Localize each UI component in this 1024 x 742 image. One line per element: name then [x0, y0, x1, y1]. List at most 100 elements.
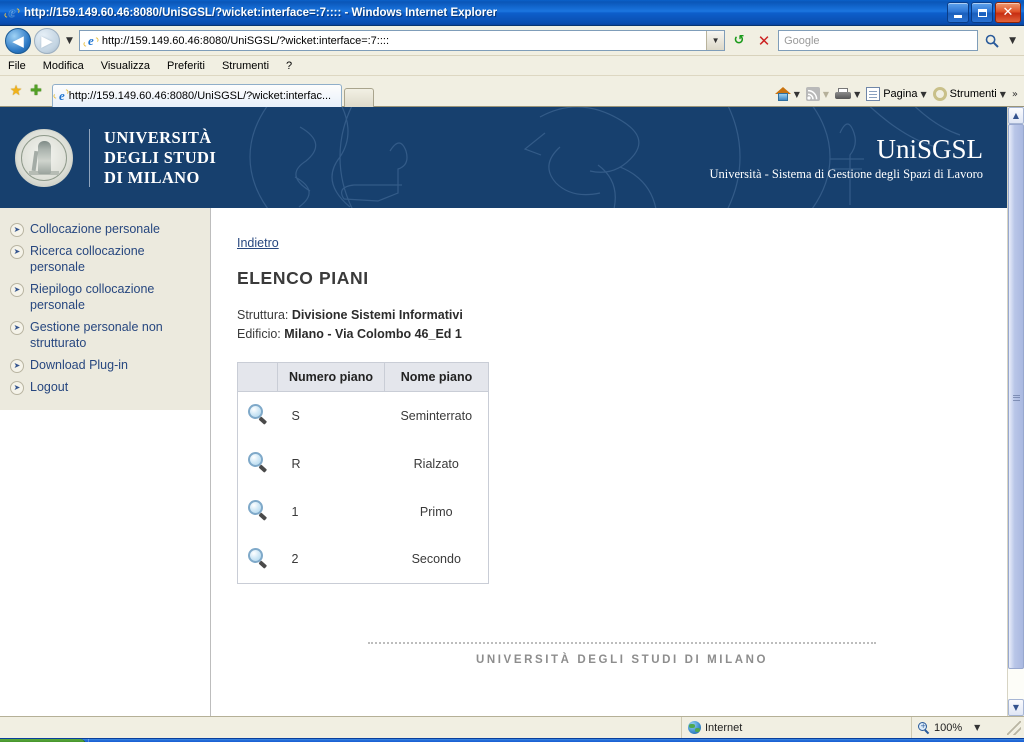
menu-item-help[interactable]: ? — [286, 60, 292, 72]
menu-item-strumenti[interactable]: Strumenti — [222, 60, 269, 72]
home-icon — [774, 87, 791, 101]
sidebar-item-label: Gestione personale non strutturato — [30, 320, 163, 350]
meta-struttura: Struttura: Divisione Sistemi Informativi — [237, 306, 1007, 325]
meta-edificio: Edificio: Milano - Via Colombo 46_Ed 1 — [237, 325, 1007, 344]
floors-table: Numero piano Nome piano S Seminterrato R… — [237, 362, 489, 584]
back-icon: ◀ — [12, 31, 24, 50]
table-row[interactable]: 1 Primo — [238, 488, 489, 536]
forward-button[interactable]: ▶ — [34, 27, 60, 54]
scrollbar-grip-icon — [1012, 393, 1020, 401]
scrollbar-track[interactable] — [1008, 124, 1024, 699]
footer-divider — [368, 642, 876, 644]
tab-favicon-icon: e — [52, 87, 70, 104]
page-menu-button[interactable]: Pagina ▼ — [864, 86, 928, 102]
sidebar-panel: ➤ Collocazione personale ➤ Ricerca collo… — [0, 208, 210, 410]
cell-numero-piano: R — [291, 456, 301, 471]
history-dropdown-button[interactable]: ▼ — [63, 36, 76, 46]
meta-struttura-label: Struttura: — [237, 308, 289, 322]
app-branding: UniSGSL Università - Sistema di Gestione… — [709, 134, 983, 182]
scroll-up-button[interactable]: ▲ — [1008, 107, 1024, 124]
window-title: http://159.149.60.46:8080/UniSGSL/?wicke… — [24, 6, 498, 19]
cell-nome-piano: Secondo — [411, 552, 461, 567]
cell-numero-piano: 2 — [291, 552, 299, 567]
university-name-line3: DI MILANO — [104, 167, 200, 187]
command-bar-buttons: ▼ ▼ ▼ Pagina ▼ Strumenti ▼ » — [773, 86, 1018, 102]
stop-button[interactable]: ✕ — [753, 30, 775, 52]
sidebar-item-riepilogo-collocazione-personale[interactable]: ➤ Riepilogo collocazione personale — [8, 278, 202, 316]
sidebar-item-collocazione-personale[interactable]: ➤ Collocazione personale — [8, 218, 202, 240]
search-placeholder: Google — [784, 34, 820, 47]
cell-nome-piano: Rialzato — [413, 456, 459, 471]
refresh-button[interactable]: ↺ — [728, 30, 750, 52]
zoom-level-label: 100% — [934, 721, 963, 734]
home-button[interactable]: ▼ — [773, 86, 802, 102]
column-header-nome-piano: Nome piano — [384, 362, 489, 392]
sidebar-item-gestione-personale-non-strutturato[interactable]: ➤ Gestione personale non strutturato — [8, 316, 202, 354]
print-button[interactable]: ▼ — [833, 87, 862, 102]
back-link[interactable]: Indietro — [237, 236, 279, 250]
magnifier-icon — [247, 547, 268, 569]
sidebar-item-label: Download Plug-in — [30, 358, 128, 372]
forward-icon: ▶ — [41, 31, 53, 50]
zoom-caret-icon[interactable]: ▼ — [974, 723, 980, 732]
site-header-banner: UNIVERSITÀ DEGLI STUDI DI MILANO UniSGSL… — [0, 107, 1007, 208]
search-input[interactable]: Google — [778, 30, 979, 51]
favorites-star-icon[interactable]: ★ — [6, 81, 26, 101]
new-tab-button[interactable] — [344, 88, 374, 107]
back-button[interactable]: ◀ — [5, 27, 31, 54]
sidebar-nav: ➤ Collocazione personale ➤ Ricerca collo… — [0, 208, 211, 716]
feeds-caret-icon: ▼ — [822, 89, 830, 99]
close-button[interactable]: ✕ — [995, 2, 1021, 23]
floors-table-head: Numero piano Nome piano — [237, 362, 489, 392]
tools-menu-button[interactable]: Strumenti ▼ — [931, 86, 1008, 102]
scroll-down-button[interactable]: ▼ — [1008, 699, 1024, 716]
floors-table-body: S Seminterrato R Rialzato 1 Primo 2 Seco… — [238, 392, 489, 584]
restore-button[interactable] — [971, 2, 993, 23]
cell-numero-piano: S — [291, 408, 300, 423]
zoom-icon: + — [918, 721, 930, 734]
command-bar: ★ ✚ e http://159.149.60.46:8080/UniSGSL/… — [0, 76, 1024, 107]
row-view-button[interactable] — [238, 440, 278, 488]
table-row[interactable]: S Seminterrato — [238, 392, 489, 440]
main-content: Indietro ELENCO PIANI Struttura: Divisio… — [211, 208, 1007, 716]
address-dropdown-button[interactable]: ▼ — [706, 31, 725, 50]
windows-taskbar — [0, 738, 1024, 742]
add-favorite-icon[interactable]: ✚ — [26, 81, 46, 101]
meta-edificio-label: Edificio: — [237, 327, 281, 341]
browser-viewport: UNIVERSITÀ DEGLI STUDI DI MILANO UniSGSL… — [0, 107, 1024, 716]
menu-item-preferiti[interactable]: Preferiti — [167, 60, 205, 72]
row-view-button[interactable] — [238, 536, 278, 584]
column-header-numero-piano: Numero piano — [277, 362, 385, 392]
sidebar-item-ricerca-collocazione-personale[interactable]: ➤ Ricerca collocazione personale — [8, 240, 202, 278]
resize-grip-icon[interactable] — [1007, 720, 1021, 735]
globe-icon — [688, 721, 701, 734]
search-provider-caret[interactable]: ▼ — [1006, 36, 1019, 46]
search-go-icon[interactable] — [981, 30, 1003, 52]
table-row[interactable]: 2 Secondo — [238, 536, 489, 584]
vertical-scrollbar[interactable]: ▲ ▼ — [1007, 107, 1024, 716]
address-input[interactable]: e http://159.149.60.46:8080/UniSGSL/?wic… — [78, 30, 726, 51]
browser-tab-active[interactable]: e http://159.149.60.46:8080/UniSGSL/?wic… — [52, 84, 342, 107]
security-zone[interactable]: Internet — [682, 717, 912, 738]
university-name-line2: DEGLI STUDI — [104, 147, 217, 167]
page-icon — [866, 87, 881, 101]
menu-item-file[interactable]: File — [8, 60, 26, 72]
row-view-button[interactable] — [238, 392, 278, 440]
scrollbar-thumb[interactable] — [1008, 124, 1024, 669]
menu-item-modifica[interactable]: Modifica — [43, 60, 84, 72]
status-bar: Internet + 100% ▼ — [0, 716, 1024, 738]
zoom-control[interactable]: + 100% ▼ — [912, 717, 1004, 738]
meta-edificio-value: Milano - Via Colombo 46_Ed 1 — [284, 327, 462, 341]
sidebar-item-logout[interactable]: ➤ Logout — [8, 376, 202, 398]
app-brand-title: UniSGSL — [876, 133, 983, 164]
minimize-button[interactable] — [947, 2, 969, 23]
tools-menu-caret-icon: ▼ — [999, 89, 1006, 99]
menu-item-visualizza[interactable]: Visualizza — [101, 60, 150, 72]
arrow-circle-icon: ➤ — [10, 381, 24, 395]
command-overflow-icon[interactable]: » — [1012, 89, 1018, 100]
tab-label: http://159.149.60.46:8080/UniSGSL/?wicke… — [68, 90, 332, 102]
feeds-button[interactable]: ▼ — [804, 86, 831, 102]
row-view-button[interactable] — [238, 488, 278, 536]
sidebar-item-download-plugin[interactable]: ➤ Download Plug-in — [8, 354, 202, 376]
table-row[interactable]: R Rialzato — [238, 440, 489, 488]
